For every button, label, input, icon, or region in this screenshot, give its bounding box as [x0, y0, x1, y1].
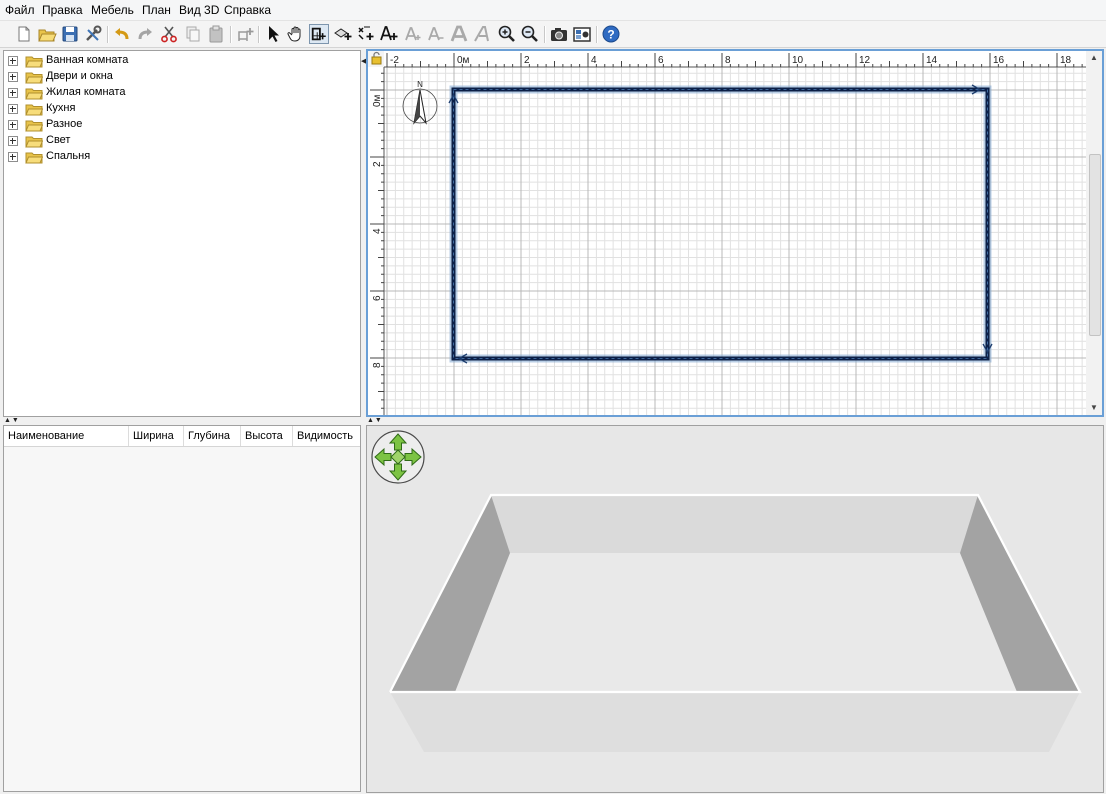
- decrease-text-icon[interactable]: [426, 24, 446, 44]
- expand-icon[interactable]: [8, 88, 18, 98]
- splitter-arrows-icon[interactable]: ▲▼: [367, 417, 383, 424]
- scroll-up-icon[interactable]: ▲: [1090, 53, 1098, 62]
- add-text-icon[interactable]: [379, 24, 399, 44]
- preferences-icon[interactable]: [83, 24, 103, 44]
- column-header-name[interactable]: Наименование: [4, 426, 129, 446]
- ruler-x-label: 10: [792, 55, 804, 66]
- column-header-width[interactable]: Ширина: [129, 426, 184, 446]
- ruler-x-label: 12: [859, 55, 871, 66]
- expand-icon[interactable]: [8, 120, 18, 130]
- folder-icon: [25, 56, 43, 68]
- compass-label: N: [417, 80, 423, 89]
- select-arrow-icon[interactable]: [263, 24, 283, 44]
- column-header-visibility[interactable]: Видимость: [293, 426, 360, 446]
- save-icon[interactable]: [60, 24, 80, 44]
- ruler-x-label: 16: [993, 55, 1005, 66]
- expand-icon[interactable]: [8, 72, 18, 82]
- svg-text:?: ?: [607, 28, 614, 42]
- zoom-out-icon[interactable]: [520, 24, 540, 44]
- furniture-catalog-tree: Ванная комната Двери и окна Жилая комнат…: [3, 50, 361, 417]
- bold-text-icon[interactable]: [449, 24, 469, 44]
- toolbar-separator: [230, 26, 232, 43]
- cut-icon[interactable]: [159, 24, 179, 44]
- toolbar-separator: [544, 26, 546, 43]
- ruler-x-label: 4: [591, 55, 597, 66]
- expand-icon[interactable]: [8, 56, 18, 66]
- menu-file[interactable]: Файл: [5, 3, 35, 17]
- toolbar-separator: [258, 26, 260, 43]
- menu-plan[interactable]: План: [142, 3, 171, 17]
- ruler-x-label: 18: [1060, 55, 1072, 66]
- menu-bar: Файл Правка Мебель План Вид 3D Справка: [0, 0, 1106, 21]
- 3d-view[interactable]: [366, 425, 1104, 793]
- italic-text-icon[interactable]: [473, 24, 493, 44]
- catalog-category-label: Двери и окна: [46, 70, 113, 82]
- ruler-y-label: 8: [372, 362, 383, 368]
- ruler-x-label: 2: [524, 55, 530, 66]
- copy-icon[interactable]: [183, 24, 203, 44]
- catalog-category-label: Жилая комната: [46, 86, 126, 98]
- open-icon[interactable]: [37, 24, 57, 44]
- ruler-x-label: -2: [390, 55, 399, 66]
- paste-icon[interactable]: [206, 24, 226, 44]
- toolbar-separator: [596, 26, 598, 43]
- menu-edit[interactable]: Правка: [42, 3, 83, 17]
- ruler-x-label: 8: [725, 55, 731, 66]
- create-walls-icon[interactable]: [309, 24, 329, 44]
- folder-icon: [25, 104, 43, 116]
- ruler-x-label: 6: [658, 55, 664, 66]
- redo-icon[interactable]: [135, 24, 155, 44]
- add-furniture-icon[interactable]: [235, 24, 255, 44]
- menu-3d-view[interactable]: Вид 3D: [179, 3, 219, 17]
- catalog-category-label: Спальня: [46, 150, 91, 162]
- 3d-navigation-arrows-icon[interactable]: [371, 429, 425, 485]
- catalog-category-label: Свет: [46, 134, 71, 146]
- zoom-in-icon[interactable]: [497, 24, 517, 44]
- column-header-depth[interactable]: Глубина: [184, 426, 241, 446]
- folder-icon: [25, 120, 43, 132]
- folder-icon: [25, 72, 43, 84]
- pan-hand-icon[interactable]: [286, 24, 306, 44]
- scroll-down-icon[interactable]: ▼: [1090, 403, 1098, 412]
- new-home-icon[interactable]: [14, 24, 34, 44]
- ruler-x-label: 0м: [457, 55, 470, 66]
- help-icon[interactable]: ?: [601, 24, 621, 44]
- toolbar-separator: [107, 26, 109, 43]
- undo-icon[interactable]: [112, 24, 132, 44]
- ruler-y-label: 4: [372, 228, 383, 234]
- folder-icon: [25, 88, 43, 100]
- catalog-category-label: Кухня: [46, 102, 76, 114]
- increase-text-icon[interactable]: [403, 24, 423, 44]
- plan-view[interactable]: -2 0м 2 4 6 8 10 12 14 16 18 0м 2 4 6 8 N ▲ ▼: [366, 49, 1104, 417]
- create-dimensions-icon[interactable]: [356, 24, 376, 44]
- expand-icon[interactable]: [8, 104, 18, 114]
- scroll-thumb[interactable]: [1089, 154, 1101, 336]
- folder-icon: [25, 136, 43, 148]
- ruler-y-label: 2: [372, 161, 383, 167]
- expand-icon[interactable]: [8, 136, 18, 146]
- folder-icon: [25, 152, 43, 164]
- back-wall: [491, 495, 978, 553]
- plan-vertical-scrollbar[interactable]: ▲ ▼: [1086, 51, 1102, 415]
- furniture-list-table: Наименование Ширина Глубина Высота Видим…: [3, 425, 361, 792]
- front-wall: [390, 692, 1080, 752]
- create-rooms-icon[interactable]: [333, 24, 353, 44]
- splitter-arrows-icon[interactable]: ▲▼: [4, 417, 20, 424]
- expand-icon[interactable]: [8, 152, 18, 162]
- ruler-y-label: 6: [372, 295, 383, 301]
- menu-furniture[interactable]: Мебель: [91, 3, 134, 17]
- column-header-height[interactable]: Высота: [241, 426, 293, 446]
- catalog-category-label: Разное: [46, 118, 83, 130]
- menu-help[interactable]: Справка: [224, 3, 271, 17]
- ruler-y-label: 0м: [372, 94, 383, 107]
- create-video-icon[interactable]: [572, 24, 592, 44]
- table-header: Наименование Ширина Глубина Высота Видим…: [4, 426, 360, 447]
- 3d-canvas[interactable]: [367, 426, 1103, 792]
- plan-canvas[interactable]: -2 0м 2 4 6 8 10 12 14 16 18 0м 2 4 6 8 N: [368, 51, 1086, 415]
- ruler-x-label: 14: [926, 55, 938, 66]
- toolbar: ?: [0, 21, 1106, 48]
- catalog-category-label: Ванная комната: [46, 54, 129, 66]
- create-photo-icon[interactable]: [549, 24, 569, 44]
